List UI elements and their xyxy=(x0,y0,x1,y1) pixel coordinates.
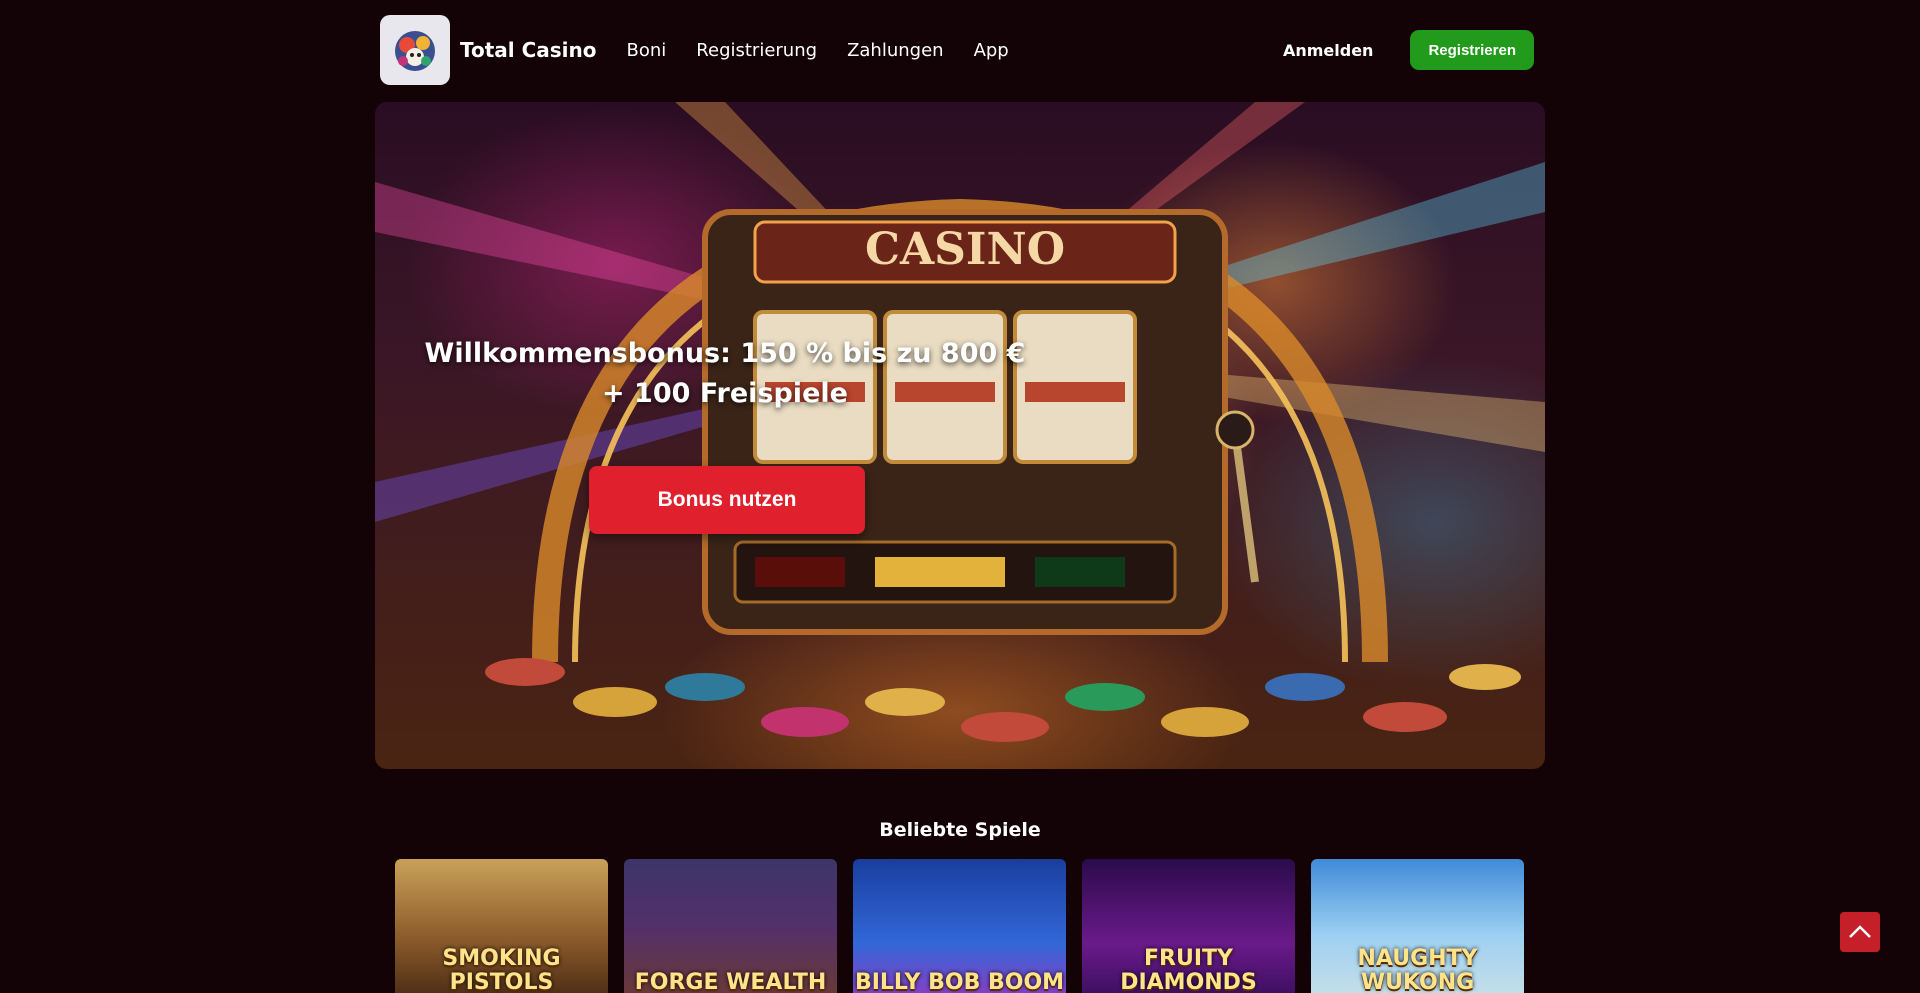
casino-slot-machine-image: CASINO xyxy=(375,102,1545,742)
hero-title: Willkommensbonus: 150 % bis zu 800 € + 1… xyxy=(424,338,1026,409)
game-card[interactable]: FORGE WEALTH xyxy=(624,859,837,993)
game-card[interactable]: NAUGHTY WUKONG xyxy=(1311,859,1524,993)
game-title: FORGE WEALTH xyxy=(634,970,827,993)
brand-name[interactable]: Total Casino xyxy=(460,38,597,62)
nav-item-zahlungen[interactable]: Zahlungen xyxy=(847,40,944,61)
svg-text:CASINO: CASINO xyxy=(865,224,1065,275)
logo-icon[interactable] xyxy=(380,15,450,85)
game-title: NAUGHTY WUKONG xyxy=(1357,946,1478,993)
game-title: SMOKING PISTOLS xyxy=(442,946,561,993)
nav-item-registrierung[interactable]: Registrierung xyxy=(696,40,817,61)
game-title: FRUITY DIAMONDS xyxy=(1120,946,1257,993)
chevron-up-icon xyxy=(1849,925,1871,938)
nav-item-app[interactable]: App xyxy=(974,40,1009,61)
game-card[interactable]: BILLY BOB BOOM xyxy=(853,859,1066,993)
games-list: SMOKING PISTOLS FORGE WEALTH BILLY BOB B… xyxy=(395,859,1524,993)
scroll-top-button[interactable] xyxy=(1840,912,1880,952)
section-title-popular-games: Beliebte Spiele xyxy=(879,819,1041,841)
game-title: BILLY BOB BOOM xyxy=(854,970,1065,993)
header-actions: Anmelden Registrieren xyxy=(1283,30,1534,70)
register-button[interactable]: Registrieren xyxy=(1410,30,1534,70)
bonus-button[interactable]: Bonus nutzen xyxy=(589,466,865,534)
login-link[interactable]: Anmelden xyxy=(1283,41,1373,60)
game-card[interactable]: SMOKING PISTOLS xyxy=(395,859,608,993)
main-nav: Boni Registrierung Zahlungen App xyxy=(627,40,1039,61)
nav-item-boni[interactable]: Boni xyxy=(627,40,667,61)
game-card[interactable]: FRUITY DIAMONDS xyxy=(1082,859,1295,993)
site-header: Total Casino Boni Registrierung Zahlunge… xyxy=(380,14,1534,86)
hero-banner: CASINO Willkommensbonus: 150 % bis zu 80… xyxy=(375,102,1545,769)
